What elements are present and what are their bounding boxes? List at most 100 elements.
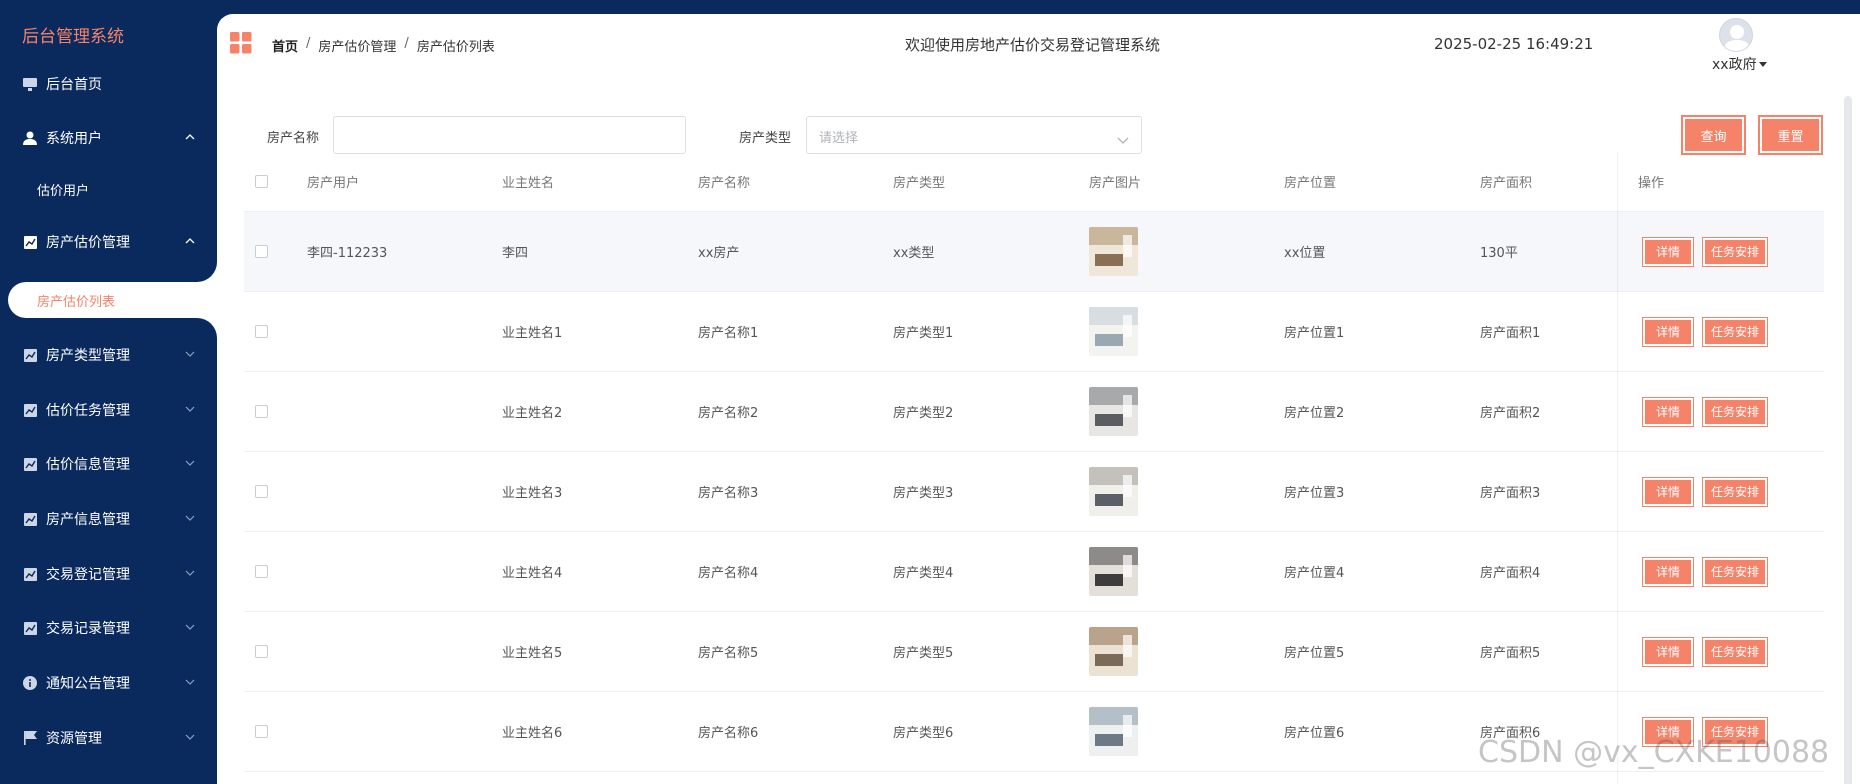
property-name-input[interactable] [333, 116, 686, 154]
sidebar-item-property-info-mgmt[interactable]: 房产信息管理 [0, 499, 217, 539]
sidebar-item-task-mgmt[interactable]: 估价任务管理 [0, 390, 217, 430]
property-type-select[interactable]: 请选择 [806, 116, 1142, 154]
sidebar-item-label: 房产估价列表 [37, 294, 116, 310]
breadcrumb-current: 房产估价列表 [416, 40, 495, 55]
row-checkbox[interactable] [255, 485, 268, 498]
scrollbar[interactable] [1844, 96, 1852, 784]
detail-button[interactable]: 详情 [1643, 477, 1693, 506]
sidebar-item-valuation-info-mgmt[interactable]: 估价信息管理 [0, 444, 217, 484]
col-header: 房产面积 [1480, 176, 1533, 191]
row-checkbox[interactable] [255, 325, 268, 338]
col-header: 房产用户 [307, 176, 360, 191]
property-image[interactable] [1089, 387, 1138, 436]
cell-location: 房产位置4 [1284, 566, 1345, 581]
col-header: 操作 [1638, 176, 1665, 191]
avatar[interactable] [1719, 18, 1753, 52]
cell-owner: 李四 [502, 246, 529, 261]
sidebar-subitem-valuation-users[interactable]: 估价用户 [0, 170, 217, 208]
cell-name: 房产名称5 [698, 646, 759, 661]
detail-button[interactable]: 详情 [1643, 637, 1693, 666]
sidebar-item-home[interactable]: 后台首页 [0, 64, 217, 104]
property-image[interactable] [1089, 467, 1138, 516]
task-assign-button[interactable]: 任务安排 [1703, 637, 1767, 666]
property-image[interactable] [1089, 547, 1138, 596]
cell-owner: 业主姓名2 [502, 406, 563, 421]
welcome-text: 欢迎使用房地产估价交易登记管理系统 [905, 36, 1161, 54]
property-image[interactable] [1089, 627, 1138, 676]
chart-icon [22, 620, 38, 636]
row-checkbox[interactable] [255, 645, 268, 658]
sidebar-item-label: 资源管理 [46, 731, 102, 747]
row-checkbox[interactable] [255, 565, 268, 578]
cell-location: xx位置 [1284, 246, 1326, 261]
detail-button[interactable]: 详情 [1643, 557, 1693, 586]
sidebar-item-valuation-mgmt[interactable]: 房产估价管理 [0, 222, 217, 262]
sidebar-item-transaction-reg-mgmt[interactable]: 交易登记管理 [0, 554, 217, 594]
property-image[interactable] [1089, 227, 1138, 276]
property-image[interactable] [1089, 307, 1138, 356]
task-assign-button[interactable]: 任务安排 [1703, 397, 1767, 426]
cell-area: 房产面积4 [1480, 566, 1541, 581]
task-assign-button[interactable]: 任务安排 [1703, 317, 1767, 346]
row-checkbox[interactable] [255, 245, 268, 258]
task-assign-button[interactable]: 任务安排 [1703, 237, 1767, 266]
sidebar-item-label: 交易记录管理 [46, 621, 130, 637]
name-label: 房产名称 [267, 131, 320, 146]
sidebar-item-label: 估价用户 [37, 183, 90, 199]
property-image[interactable] [1089, 707, 1138, 756]
cell-name: 房产名称6 [698, 726, 759, 741]
user-icon [22, 130, 38, 146]
table-row: 业主姓名4 房产名称4 房产类型4 房产位置4 房产面积4 详情 任务安排 [244, 532, 1824, 612]
sidebar-item-property-type-mgmt[interactable]: 房产类型管理 [0, 335, 217, 375]
cell-type: 房产类型1 [893, 326, 954, 341]
task-assign-button[interactable]: 任务安排 [1703, 477, 1767, 506]
cell-name: xx房产 [698, 246, 740, 261]
chevron-down-icon [183, 566, 197, 580]
chart-icon [22, 402, 38, 418]
detail-button[interactable]: 详情 [1643, 237, 1693, 266]
table-row: 业主姓名1 房产名称1 房产类型1 房产位置1 房产面积1 详情 任务安排 [244, 292, 1824, 372]
select-all-checkbox[interactable] [255, 175, 268, 188]
chevron-down-icon [183, 620, 197, 634]
chevron-up-icon [183, 130, 197, 144]
sidebar-subitem-valuation-list[interactable]: 房产估价列表 [8, 282, 217, 318]
table-row: 业主姓名5 房产名称5 房产类型5 房产位置5 房产面积5 详情 任务安排 [244, 612, 1824, 692]
cell-location: 房产位置5 [1284, 646, 1345, 661]
col-header: 房产类型 [893, 176, 946, 191]
col-header: 房产名称 [698, 176, 751, 191]
search-button[interactable]: 查询 [1682, 116, 1745, 154]
row-checkbox[interactable] [255, 725, 268, 738]
cell-name: 房产名称3 [698, 486, 759, 501]
row-checkbox[interactable] [255, 405, 268, 418]
breadcrumb: 首页 / 房产估价管理 / 房产估价列表 [272, 36, 495, 55]
menu-toggle-icon[interactable] [230, 32, 252, 54]
datetime: 2025-02-25 16:49:21 [1434, 35, 1594, 53]
sidebar-item-label: 通知公告管理 [46, 676, 130, 692]
detail-button[interactable]: 详情 [1643, 397, 1693, 426]
flag-icon [22, 730, 38, 746]
detail-button[interactable]: 详情 [1643, 317, 1693, 346]
task-assign-button[interactable]: 任务安排 [1703, 557, 1767, 586]
chevron-down-icon [183, 402, 197, 416]
cell-area: 房产面积5 [1480, 646, 1541, 661]
user-menu[interactable]: xx政府 [1712, 54, 1767, 74]
sidebar-item-system-users[interactable]: 系统用户 [0, 118, 217, 158]
reset-button[interactable]: 重置 [1759, 116, 1822, 154]
main-panel: 首页 / 房产估价管理 / 房产估价列表 欢迎使用房地产估价交易登记管理系统 2… [217, 14, 1860, 784]
cell-owner: 业主姓名1 [502, 326, 563, 341]
sidebar-item-label: 房产信息管理 [46, 512, 130, 528]
sidebar-item-notice-mgmt[interactable]: 通知公告管理 [0, 663, 217, 703]
topbar: 首页 / 房产估价管理 / 房产估价列表 欢迎使用房地产估价交易登记管理系统 2… [217, 14, 1860, 74]
col-header: 业主姓名 [502, 176, 555, 191]
breadcrumb-home[interactable]: 首页 [272, 36, 298, 55]
sidebar-item-transaction-record-mgmt[interactable]: 交易记录管理 [0, 608, 217, 648]
cell-location: 房产位置3 [1284, 486, 1345, 501]
cell-type: 房产类型2 [893, 406, 954, 421]
cell-type: 房产类型4 [893, 566, 954, 581]
cell-area: 房产面积3 [1480, 486, 1541, 501]
chart-icon [22, 347, 38, 363]
breadcrumb-item[interactable]: 房产估价管理 [318, 36, 396, 55]
table-header: 房产用户 业主姓名 房产名称 房产类型 房产图片 房产位置 房产面积 操作 [244, 152, 1824, 212]
sidebar-item-resource-mgmt[interactable]: 资源管理 [0, 718, 217, 758]
cell-area: 130平 [1480, 246, 1518, 261]
